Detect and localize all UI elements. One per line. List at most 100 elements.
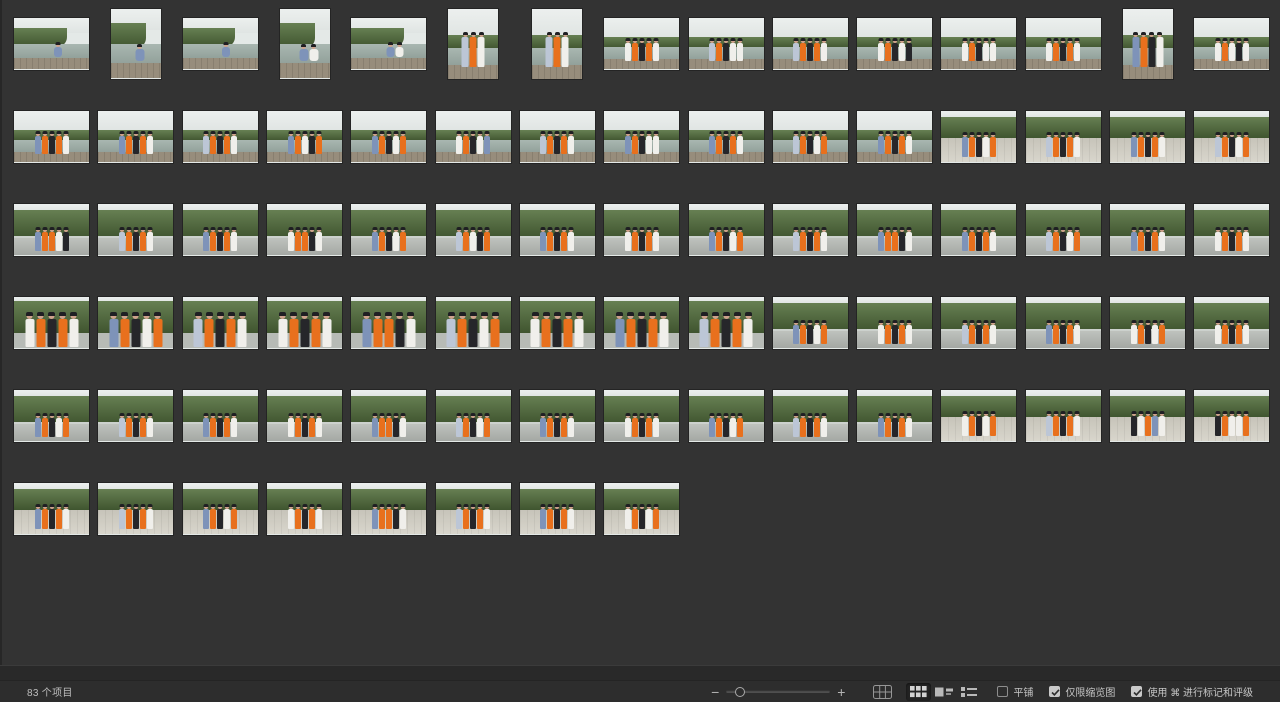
- photo-thumbnail[interactable]: [351, 18, 426, 70]
- photo-thumbnail[interactable]: [14, 483, 89, 535]
- photo-thumbnail[interactable]: [267, 297, 342, 349]
- checkbox-icon[interactable]: [1049, 686, 1060, 697]
- photo-thumbnail[interactable]: [1026, 18, 1101, 70]
- photo-thumbnail[interactable]: [941, 18, 1016, 70]
- photo-thumbnail[interactable]: [183, 111, 258, 163]
- photo-thumbnail[interactable]: [1026, 390, 1101, 442]
- photo-thumbnail[interactable]: [98, 204, 173, 256]
- photo-thumbnail[interactable]: [520, 204, 595, 256]
- photo-thumbnail[interactable]: [520, 111, 595, 163]
- photo-thumbnail[interactable]: [436, 204, 511, 256]
- photo-thumbnail[interactable]: [351, 111, 426, 163]
- photo-thumbnail[interactable]: [14, 204, 89, 256]
- photo-thumbnail[interactable]: [1194, 204, 1269, 256]
- photo-thumbnail[interactable]: [520, 297, 595, 349]
- photo-thumbnail[interactable]: [1110, 297, 1185, 349]
- photo-thumbnail[interactable]: [857, 111, 932, 163]
- photo-thumbnail[interactable]: [14, 297, 89, 349]
- photo-thumbnail[interactable]: [448, 9, 498, 79]
- photo-thumbnail[interactable]: [532, 9, 582, 79]
- photo-thumbnail[interactable]: [520, 390, 595, 442]
- photo-thumbnail[interactable]: [941, 297, 1016, 349]
- photo-thumbnail[interactable]: [604, 390, 679, 442]
- photo-thumbnail[interactable]: [604, 18, 679, 70]
- photo-thumbnail[interactable]: [604, 204, 679, 256]
- photo-thumbnail[interactable]: [98, 483, 173, 535]
- photo-thumbnail[interactable]: [689, 204, 764, 256]
- photo-thumbnail[interactable]: [1110, 111, 1185, 163]
- checkbox-icon[interactable]: [997, 686, 1008, 697]
- list-view-button[interactable]: [957, 683, 981, 701]
- horizontal-scrollbar-track[interactable]: [0, 665, 1280, 681]
- photo-thumbnail[interactable]: [183, 18, 258, 70]
- photo-thumbnail[interactable]: [183, 483, 258, 535]
- photo-thumbnail[interactable]: [773, 297, 848, 349]
- photo-thumbnail[interactable]: [857, 297, 932, 349]
- photo-thumbnail[interactable]: [351, 204, 426, 256]
- zoom-in-button[interactable]: +: [837, 685, 845, 699]
- photo-thumbnail[interactable]: [1123, 9, 1173, 79]
- photo-thumbnail[interactable]: [689, 297, 764, 349]
- photo-thumbnail[interactable]: [857, 18, 932, 70]
- photo-thumbnail[interactable]: [941, 111, 1016, 163]
- slider-track[interactable]: [726, 690, 830, 693]
- photo-thumbnail[interactable]: [857, 390, 932, 442]
- photo-thumbnail[interactable]: [773, 204, 848, 256]
- photo-thumbnail[interactable]: [280, 9, 330, 79]
- photo-thumbnail[interactable]: [1194, 390, 1269, 442]
- photo-thumbnail[interactable]: [1026, 297, 1101, 349]
- photo-thumbnail[interactable]: [436, 390, 511, 442]
- photo-thumbnail[interactable]: [1026, 111, 1101, 163]
- photo-thumbnail[interactable]: [1194, 111, 1269, 163]
- photo-thumbnail[interactable]: [857, 204, 932, 256]
- photo-thumbnail[interactable]: [773, 18, 848, 70]
- photo-thumbnail[interactable]: [98, 111, 173, 163]
- photo-thumbnail[interactable]: [1026, 204, 1101, 256]
- photo-thumbnail[interactable]: [14, 111, 89, 163]
- photo-thumbnail[interactable]: [267, 111, 342, 163]
- photo-thumbnail[interactable]: [689, 390, 764, 442]
- photo-thumbnail[interactable]: [436, 111, 511, 163]
- photo-thumbnail[interactable]: [183, 204, 258, 256]
- photo-thumbnail[interactable]: [773, 111, 848, 163]
- photo-thumbnail[interactable]: [111, 9, 161, 79]
- photo-thumbnail[interactable]: [183, 297, 258, 349]
- photo-thumbnail[interactable]: [1194, 297, 1269, 349]
- photo-thumbnail[interactable]: [604, 297, 679, 349]
- zoom-out-button[interactable]: −: [711, 685, 719, 699]
- photo-thumbnail[interactable]: [941, 204, 1016, 256]
- photo-thumbnail[interactable]: [98, 297, 173, 349]
- thumbnails-only-checkbox[interactable]: 仅限缩览图: [1049, 684, 1115, 699]
- photo-thumbnail[interactable]: [351, 483, 426, 535]
- photo-thumbnail[interactable]: [604, 483, 679, 535]
- photo-thumbnail[interactable]: [520, 483, 595, 535]
- tile-checkbox[interactable]: 平铺: [997, 684, 1033, 699]
- photo-thumbnail[interactable]: [14, 18, 89, 70]
- photo-thumbnail[interactable]: [689, 111, 764, 163]
- photo-thumbnail[interactable]: [98, 390, 173, 442]
- photo-thumbnail[interactable]: [351, 297, 426, 349]
- photo-thumbnail[interactable]: [14, 390, 89, 442]
- photo-thumbnail[interactable]: [267, 204, 342, 256]
- photo-thumbnail[interactable]: [1110, 204, 1185, 256]
- photo-thumbnail[interactable]: [941, 390, 1016, 442]
- thumbnail-info-view-button[interactable]: [931, 683, 957, 701]
- photo-thumbnail[interactable]: [689, 18, 764, 70]
- use-cmd-rating-checkbox[interactable]: 使用 ⌘ 进行标记和评级: [1131, 684, 1253, 699]
- grid-outline-view-button[interactable]: [869, 683, 896, 701]
- photo-thumbnail[interactable]: [183, 390, 258, 442]
- person-figure: [807, 232, 813, 251]
- slider-knob[interactable]: [735, 687, 745, 697]
- photo-thumbnail[interactable]: [604, 111, 679, 163]
- photo-thumbnail[interactable]: [436, 297, 511, 349]
- photo-thumbnail[interactable]: [436, 483, 511, 535]
- photo-thumbnail[interactable]: [267, 483, 342, 535]
- photo-thumbnail[interactable]: [1194, 18, 1269, 70]
- photo-thumbnail[interactable]: [267, 390, 342, 442]
- grid-thumbnails-view-button[interactable]: [906, 683, 931, 701]
- photo-thumbnail[interactable]: [1110, 390, 1185, 442]
- checkbox-icon[interactable]: [1131, 686, 1142, 697]
- photo-thumbnail[interactable]: [351, 390, 426, 442]
- thumbnail-size-slider[interactable]: [726, 686, 830, 698]
- photo-thumbnail[interactable]: [773, 390, 848, 442]
